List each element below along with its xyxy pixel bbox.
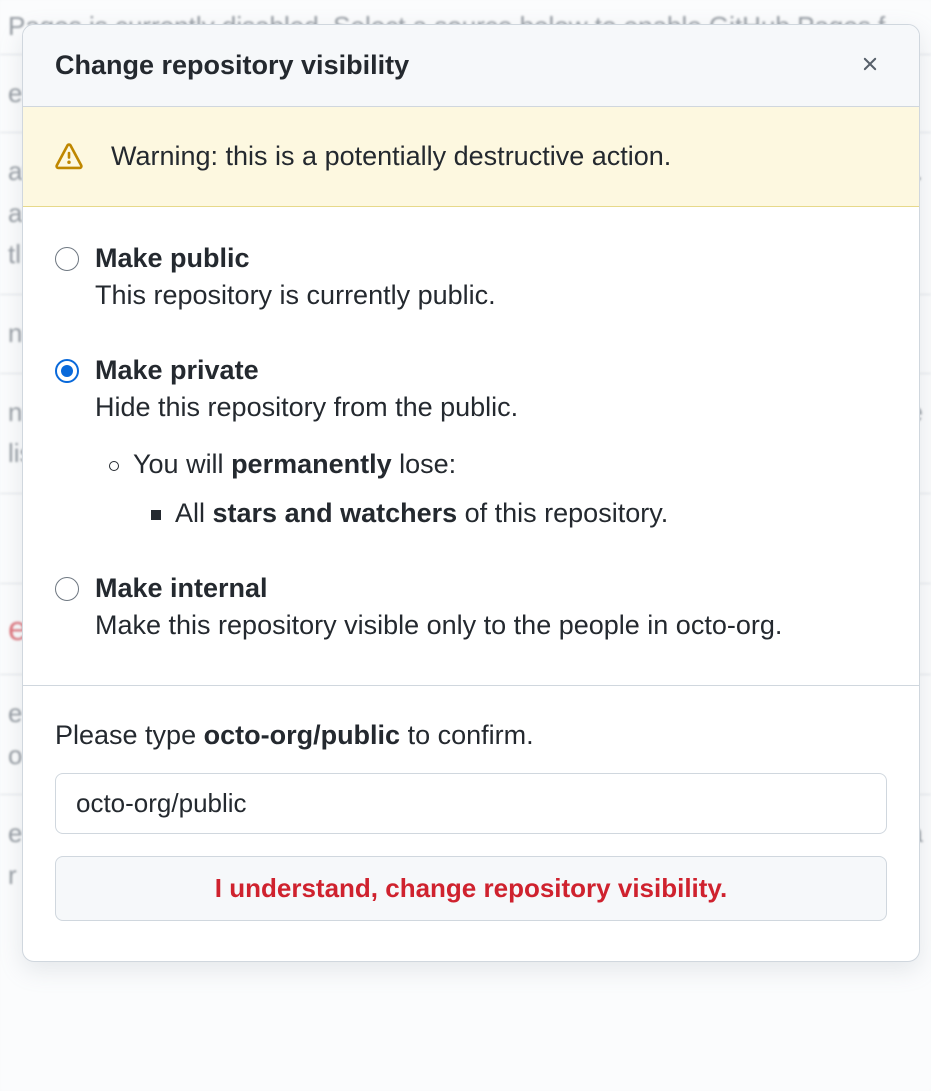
bg-text: r <box>8 860 17 890</box>
option-public[interactable]: Make public This repository is currently… <box>55 243 887 311</box>
visibility-options: Make public This repository is currently… <box>23 207 919 685</box>
option-private[interactable]: Make private Hide this repository from t… <box>55 355 887 529</box>
consequence-subitem: All stars and watchers of this repositor… <box>151 498 887 529</box>
bullet-circle-icon <box>109 461 119 471</box>
confirm-prompt-bold: octo-org/public <box>204 720 400 750</box>
warning-banner: Warning: this is a potentially destructi… <box>23 107 919 207</box>
option-public-title: Make public <box>95 243 887 274</box>
option-private-title: Make private <box>95 355 887 386</box>
close-button[interactable] <box>853 47 887 84</box>
conseq-text-bold: permanently <box>231 449 392 479</box>
modal-title: Change repository visibility <box>55 50 409 81</box>
bg-text: e <box>8 73 22 115</box>
warning-text: Warning: this is a potentially destructi… <box>111 141 671 172</box>
radio-private[interactable] <box>55 359 79 383</box>
consequences: You will permanently lose: All stars and… <box>95 449 887 529</box>
conseq-sub-prefix: All <box>175 498 213 528</box>
bg-text: a <box>8 198 22 228</box>
bg-text: tl <box>8 239 21 269</box>
conseq-text-prefix: You will <box>133 449 231 479</box>
conseq-text-suffix: lose: <box>392 449 457 479</box>
conseq-sub-bold: stars and watchers <box>213 498 458 528</box>
radio-public[interactable] <box>55 247 79 271</box>
option-public-desc: This repository is currently public. <box>95 280 887 311</box>
modal-footer: Please type octo-org/public to confirm. … <box>23 685 919 961</box>
conseq-sub-suffix: of this repository. <box>457 498 668 528</box>
modal-header: Change repository visibility <box>23 25 919 107</box>
consequence-item: You will permanently lose: <box>109 449 887 480</box>
option-internal[interactable]: Make internal Make this repository visib… <box>55 573 887 641</box>
bullet-square-icon <box>151 510 161 520</box>
confirm-prompt-suffix: to confirm. <box>400 720 534 750</box>
bg-text: n <box>8 397 22 427</box>
option-internal-title: Make internal <box>95 573 887 604</box>
confirm-prompt-prefix: Please type <box>55 720 204 750</box>
visibility-modal: Change repository visibility Warning: th… <box>22 24 920 962</box>
confirm-change-button[interactable]: I understand, change repository visibili… <box>55 856 887 921</box>
option-internal-desc: Make this repository visible only to the… <box>95 610 887 641</box>
bg-text: e <box>8 698 22 728</box>
option-private-desc: Hide this repository from the public. <box>95 392 887 423</box>
confirm-input[interactable] <box>55 773 887 834</box>
alert-triangle-icon <box>55 143 83 171</box>
confirm-prompt: Please type octo-org/public to confirm. <box>55 720 887 751</box>
close-icon <box>859 53 881 78</box>
radio-internal[interactable] <box>55 577 79 601</box>
